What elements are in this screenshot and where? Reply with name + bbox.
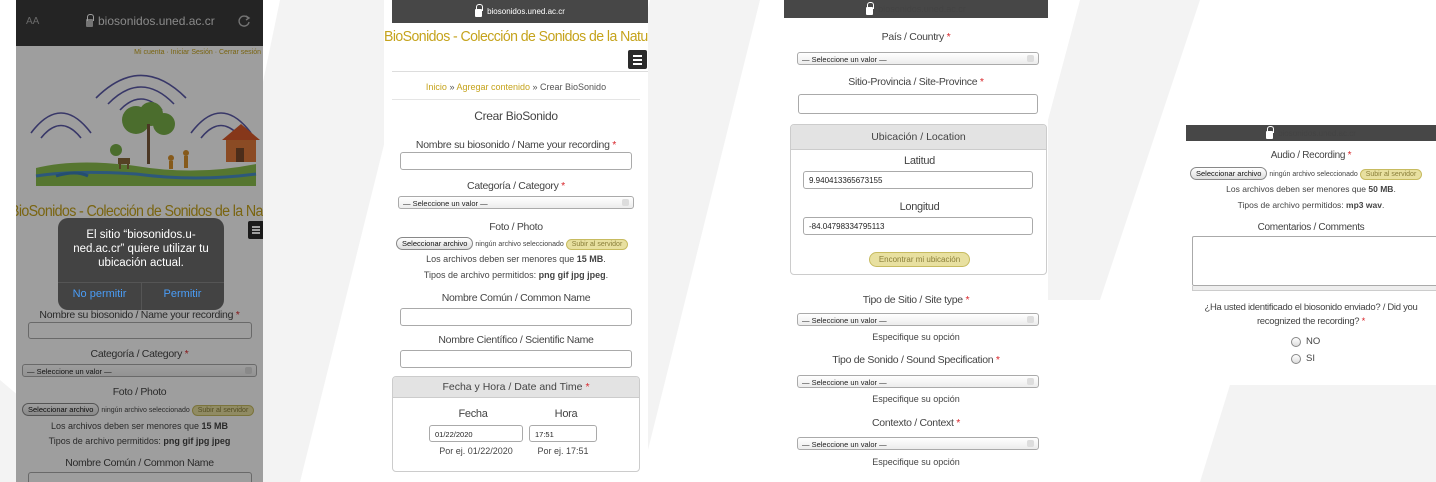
site-title[interactable]: BioSonidos - Colección de Sonidos de la …	[384, 28, 648, 45]
sound-type-select[interactable]: — Seleccione un valor —	[797, 375, 1039, 388]
common-name-label: Nombre Común / Common Name	[441, 292, 591, 304]
longitude-label: Longitud	[899, 201, 940, 213]
url-text: biosonidos.uned.ac.cr	[1278, 128, 1356, 138]
types-note: Tipos de archivo permitidos: png gif jpg…	[423, 270, 609, 280]
province-label: Sitio-Provincia / Site-Province *	[848, 76, 984, 88]
choose-file-button[interactable]: Seleccionar archivo	[396, 237, 474, 250]
time-hint: Por ej. 17:51	[537, 446, 589, 456]
identified-question: ¿Ha usted identificado el biosonido envi…	[1204, 302, 1418, 327]
time-input[interactable]: 17:51	[529, 425, 597, 442]
longitude-input[interactable]: -84.04798334795113	[803, 217, 1033, 235]
breadcrumb-add-content[interactable]: Agregar contenido	[456, 82, 530, 92]
datetime-fieldset: Fecha y Hora / Date and Time * Fecha Hor…	[392, 376, 640, 472]
no-file-text: ningún archivo seleccionado	[475, 241, 564, 248]
page-title: Crear BioSonido	[474, 109, 558, 123]
name-input[interactable]	[400, 152, 632, 170]
radio-si[interactable]	[1291, 353, 1301, 364]
screenshot-2: biosonidos.uned.ac.cr BioSonidos - Colec…	[384, 0, 648, 482]
screenshot-3: biosonidos.uned.ac.cr País / Country * —…	[784, 0, 1048, 482]
lock-icon	[475, 4, 484, 17]
location-permission-dialog: El sitio “biosonidos.u-ned.ac.cr” quiere…	[58, 218, 224, 310]
url-text: biosonidos.uned.ac.cr	[878, 4, 966, 14]
menu-button[interactable]	[628, 50, 647, 69]
scientific-name-label: Nombre Científico / Scientific Name	[438, 334, 594, 346]
comments-textarea[interactable]	[1192, 236, 1436, 286]
sound-type-hint: Especifique su opción	[872, 394, 960, 404]
site-type-hint: Especifique su opción	[872, 332, 960, 342]
upload-button[interactable]: Subir al servidor	[1359, 169, 1423, 180]
latitude-label: Latitud	[904, 155, 935, 167]
option-si[interactable]: SI	[1291, 353, 1315, 364]
latitude-input[interactable]: 9.940413365673155	[803, 171, 1033, 189]
screenshot-1: AA biosonidos.uned.ac.cr Mi cuenta · Ini…	[16, 0, 263, 482]
context-label: Contexto / Context *	[872, 417, 960, 429]
site-type-label: Tipo de Sitio / Site type *	[862, 294, 970, 306]
country-label: País / Country *	[881, 31, 951, 43]
comments-label: Comentarios / Comments	[1257, 222, 1365, 233]
choose-file-button[interactable]: Seleccionar archivo	[1190, 167, 1268, 180]
find-location-button[interactable]: Encontrar mi ubicación	[868, 252, 971, 267]
context-select[interactable]: — Seleccione un valor —	[797, 437, 1039, 450]
province-input[interactable]	[798, 94, 1038, 114]
location-fieldset: Ubicación / Location Latitud 9.940413365…	[790, 124, 1047, 275]
radio-no[interactable]	[1291, 336, 1301, 347]
lock-icon	[1266, 125, 1275, 139]
safari-address-bar[interactable]: biosonidos.uned.ac.cr	[1186, 125, 1436, 141]
breadcrumb-home[interactable]: Inicio	[426, 82, 447, 92]
name-label: Nombre su biosonido / Name your recordin…	[415, 139, 617, 151]
deny-button[interactable]: No permitir	[58, 288, 141, 300]
option-si-label: SI	[1306, 353, 1315, 364]
safari-address-bar[interactable]: biosonidos.uned.ac.cr	[392, 0, 648, 23]
types-note: Tipos de archivo permitidos: mp3 wav.	[1237, 200, 1385, 210]
url-text: biosonidos.uned.ac.cr	[487, 7, 565, 16]
dialog-message: El sitio “biosonidos.u-ned.ac.cr” quiere…	[73, 229, 209, 269]
site-type-select[interactable]: — Seleccione un valor —	[797, 313, 1039, 326]
location-header: Ubicación / Location	[791, 125, 1046, 150]
date-label: Fecha	[458, 408, 488, 420]
option-no[interactable]: NO	[1291, 336, 1320, 347]
size-note: Los archivos deben ser menores que 50 MB…	[1226, 184, 1396, 194]
category-label: Categoría / Category *	[467, 180, 565, 192]
breadcrumb-current: Crear BioSonido	[540, 82, 607, 92]
option-no-label: NO	[1306, 336, 1321, 347]
size-note: Los archivos deben ser menores que 15 MB…	[426, 254, 606, 264]
safari-address-bar[interactable]: biosonidos.uned.ac.cr	[784, 0, 1048, 18]
lock-icon	[866, 1, 875, 15]
date-input[interactable]: 01/22/2020	[429, 425, 523, 442]
textarea-grippie[interactable]	[1192, 286, 1436, 291]
category-select[interactable]: — Seleccione un valor —	[398, 196, 634, 209]
upload-button[interactable]: Subir al servidor	[565, 239, 629, 250]
context-hint: Especifique su opción	[872, 457, 960, 467]
no-file-text: ningún archivo seleccionado	[1269, 171, 1358, 178]
sound-type-label: Tipo de Sonido / Sound Specification *	[832, 354, 1000, 366]
datetime-header: Fecha y Hora / Date and Time *	[393, 377, 639, 398]
audio-label: Audio / Recording *	[1270, 150, 1352, 161]
scientific-name-input[interactable]	[400, 350, 632, 368]
time-label: Hora	[554, 408, 578, 420]
country-select[interactable]: — Seleccione un valor —	[797, 52, 1039, 65]
photo-label: Foto / Photo	[489, 221, 543, 233]
screenshot-4: biosonidos.uned.ac.cr Audio / Recording …	[1186, 125, 1436, 385]
breadcrumb: Inicio » Agregar contenido » Crear BioSo…	[425, 82, 607, 92]
date-hint: Por ej. 01/22/2020	[439, 446, 513, 456]
allow-button[interactable]: Permitir	[141, 288, 224, 300]
common-name-input[interactable]	[400, 308, 632, 326]
